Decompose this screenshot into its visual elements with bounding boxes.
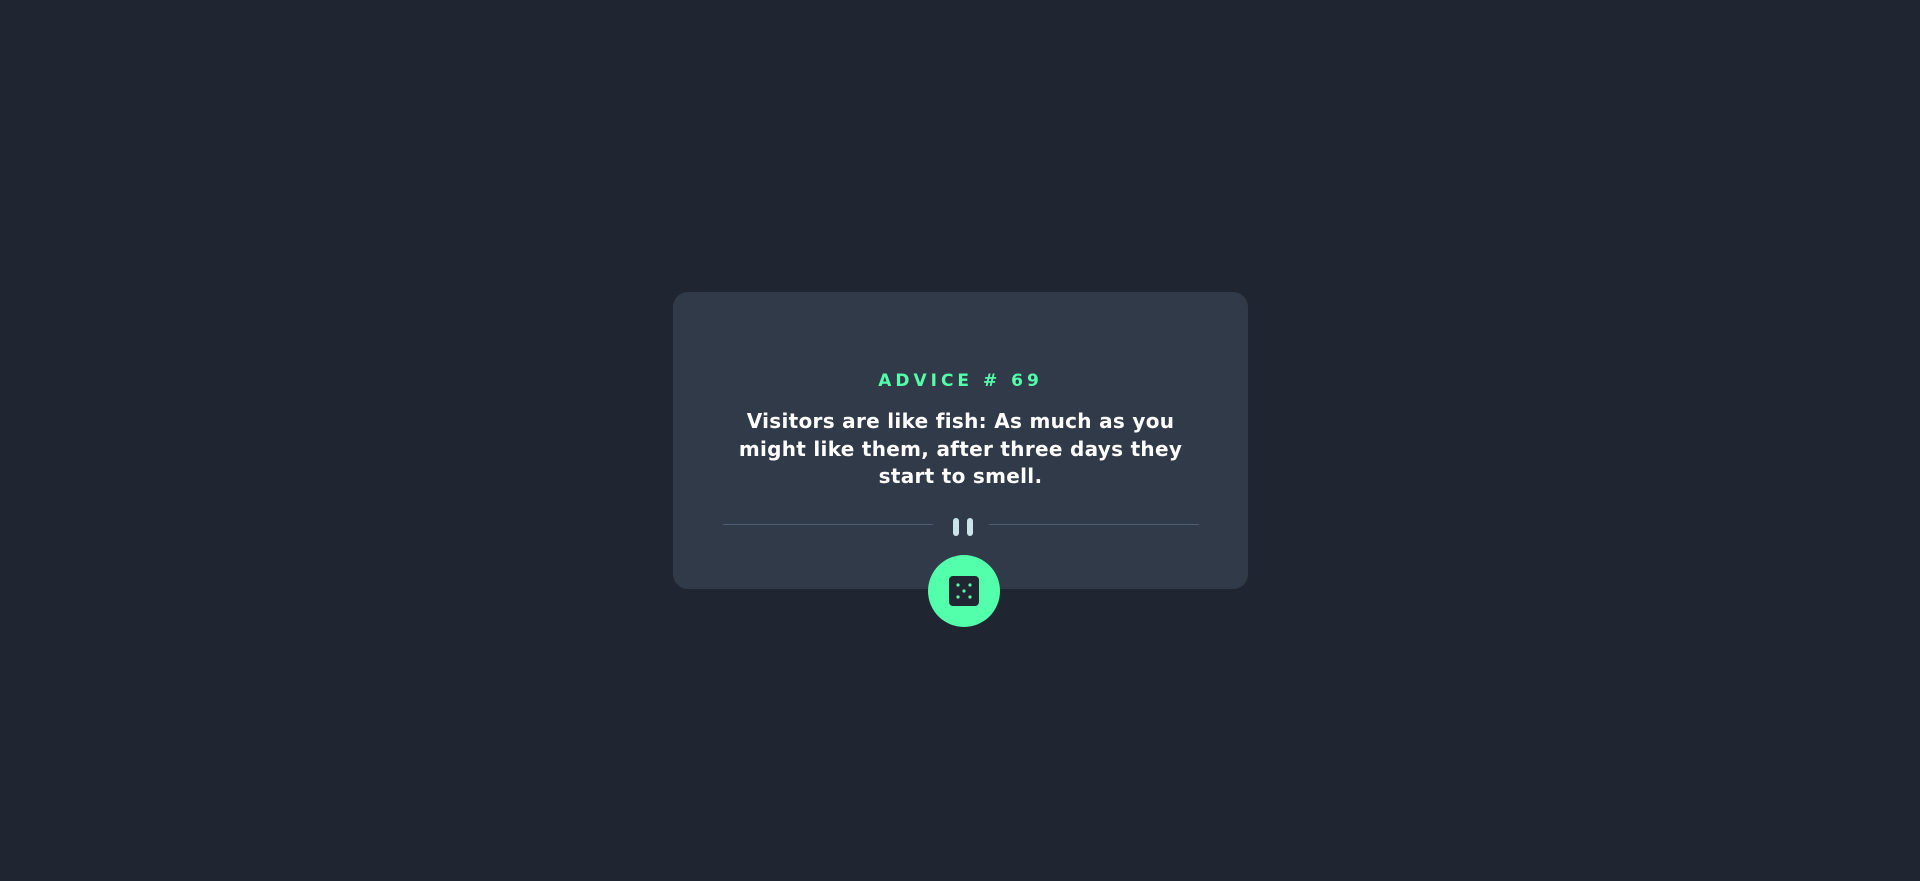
divider-line-right <box>989 524 1199 525</box>
pause-bar-right <box>967 518 973 536</box>
pause-icon <box>953 518 973 536</box>
dice-icon <box>949 576 979 606</box>
pause-bar-left <box>953 518 959 536</box>
divider-line-left <box>723 524 933 525</box>
advice-id-label: ADVICE # 69 <box>878 371 1043 391</box>
advice-quote: Visitors are like fish: As much as you m… <box>738 409 1183 488</box>
pattern-divider <box>723 518 1199 536</box>
generate-advice-button[interactable] <box>928 555 1000 627</box>
advice-card: ADVICE # 69 Visitors are like fish: As m… <box>673 292 1248 589</box>
